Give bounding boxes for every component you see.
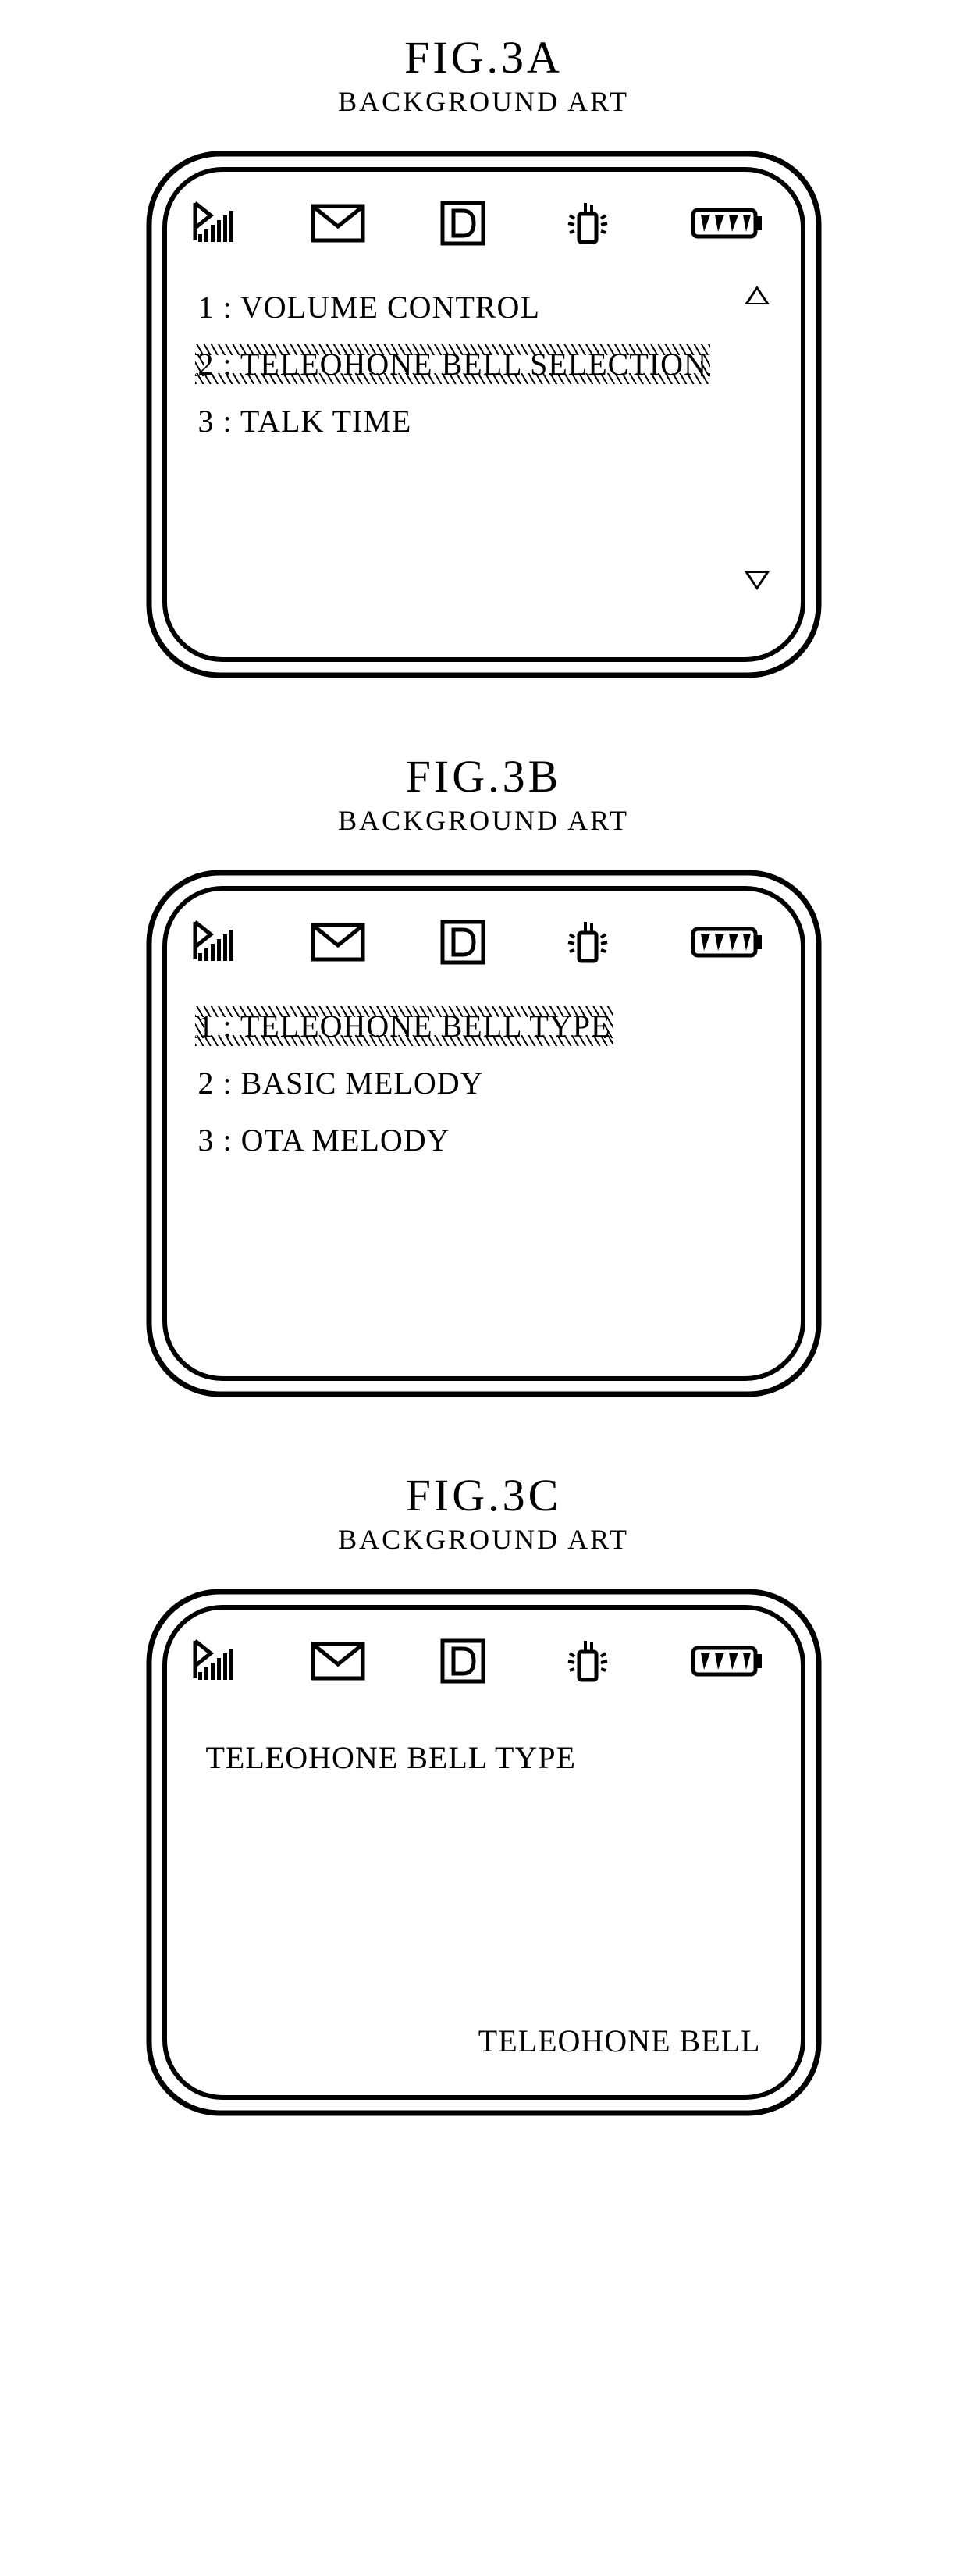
- signal-icon: [192, 201, 239, 245]
- menu-item-volume-control[interactable]: 1 : VOLUME CONTROL: [187, 278, 780, 335]
- battery-icon: [690, 201, 765, 246]
- detail-view: TELEOHONE BELL TYPE TELEOHONE BELL: [187, 1692, 780, 2075]
- screen-heading: TELEOHONE BELL TYPE: [187, 1716, 780, 1784]
- menu-item-label: 2 : TELEOHONE BELL SELECTION: [198, 347, 707, 382]
- figure-title: FIG.3B: [406, 750, 562, 802]
- current-value-label: TELEOHONE BELL: [478, 2023, 761, 2059]
- figure-3b: FIG.3B BACKGROUND ART 1 : TELEOHONE BELL…: [144, 750, 823, 1399]
- menu-item-bell-selection[interactable]: 2 : TELEOHONE BELL SELECTION: [187, 335, 780, 392]
- phone-screen: TELEOHONE BELL TYPE TELEOHONE BELL: [144, 1587, 823, 2118]
- scroll-up-icon[interactable]: [745, 286, 770, 304]
- selected-highlight: 1 : TELEOHONE BELL TYPE: [198, 1008, 611, 1044]
- envelope-icon: [311, 919, 366, 966]
- figure-subtitle: BACKGROUND ART: [338, 1523, 629, 1556]
- phone-screen: 1 : VOLUME CONTROL 2 : TELEOHONE BELL SE…: [144, 149, 823, 680]
- scroll-down-icon[interactable]: [745, 571, 770, 590]
- envelope-icon: [311, 1638, 366, 1685]
- vibrate-phone-icon: [559, 919, 617, 966]
- d-square-icon: [439, 1638, 486, 1685]
- d-square-icon: [439, 200, 486, 247]
- status-bar: [187, 1630, 780, 1692]
- battery-icon: [690, 1638, 765, 1684]
- menu-list: 1 : TELEOHONE BELL TYPE 2 : BASIC MELODY…: [187, 973, 780, 1356]
- figure-subtitle: BACKGROUND ART: [338, 804, 629, 837]
- figure-title: FIG.3A: [404, 31, 563, 84]
- menu-item-talk-time[interactable]: 3 : TALK TIME: [187, 392, 780, 449]
- battery-icon: [690, 920, 765, 965]
- figure-3a: FIG.3A BACKGROUND ART 1 : VOLUME CONTROL…: [144, 31, 823, 680]
- figure-subtitle: BACKGROUND ART: [338, 85, 629, 118]
- scroll-arrows: [741, 286, 773, 590]
- status-bar: [187, 192, 780, 254]
- menu-list: 1 : VOLUME CONTROL 2 : TELEOHONE BELL SE…: [187, 254, 780, 637]
- signal-icon: [192, 920, 239, 964]
- menu-item-ota-melody[interactable]: 3 : OTA MELODY: [187, 1111, 780, 1168]
- signal-icon: [192, 1639, 239, 1683]
- vibrate-phone-icon: [559, 1638, 617, 1685]
- figure-title: FIG.3C: [406, 1469, 562, 1521]
- phone-screen: 1 : TELEOHONE BELL TYPE 2 : BASIC MELODY…: [144, 868, 823, 1399]
- envelope-icon: [311, 200, 366, 247]
- menu-item-bell-type[interactable]: 1 : TELEOHONE BELL TYPE: [187, 997, 780, 1054]
- figure-3c: FIG.3C BACKGROUND ART TELEOHONE BELL TYP…: [144, 1469, 823, 2118]
- d-square-icon: [439, 919, 486, 966]
- status-bar: [187, 911, 780, 973]
- menu-item-basic-melody[interactable]: 2 : BASIC MELODY: [187, 1054, 780, 1111]
- vibrate-phone-icon: [559, 200, 617, 247]
- selected-highlight: 2 : TELEOHONE BELL SELECTION: [198, 346, 707, 382]
- menu-item-label: 1 : TELEOHONE BELL TYPE: [198, 1009, 611, 1044]
